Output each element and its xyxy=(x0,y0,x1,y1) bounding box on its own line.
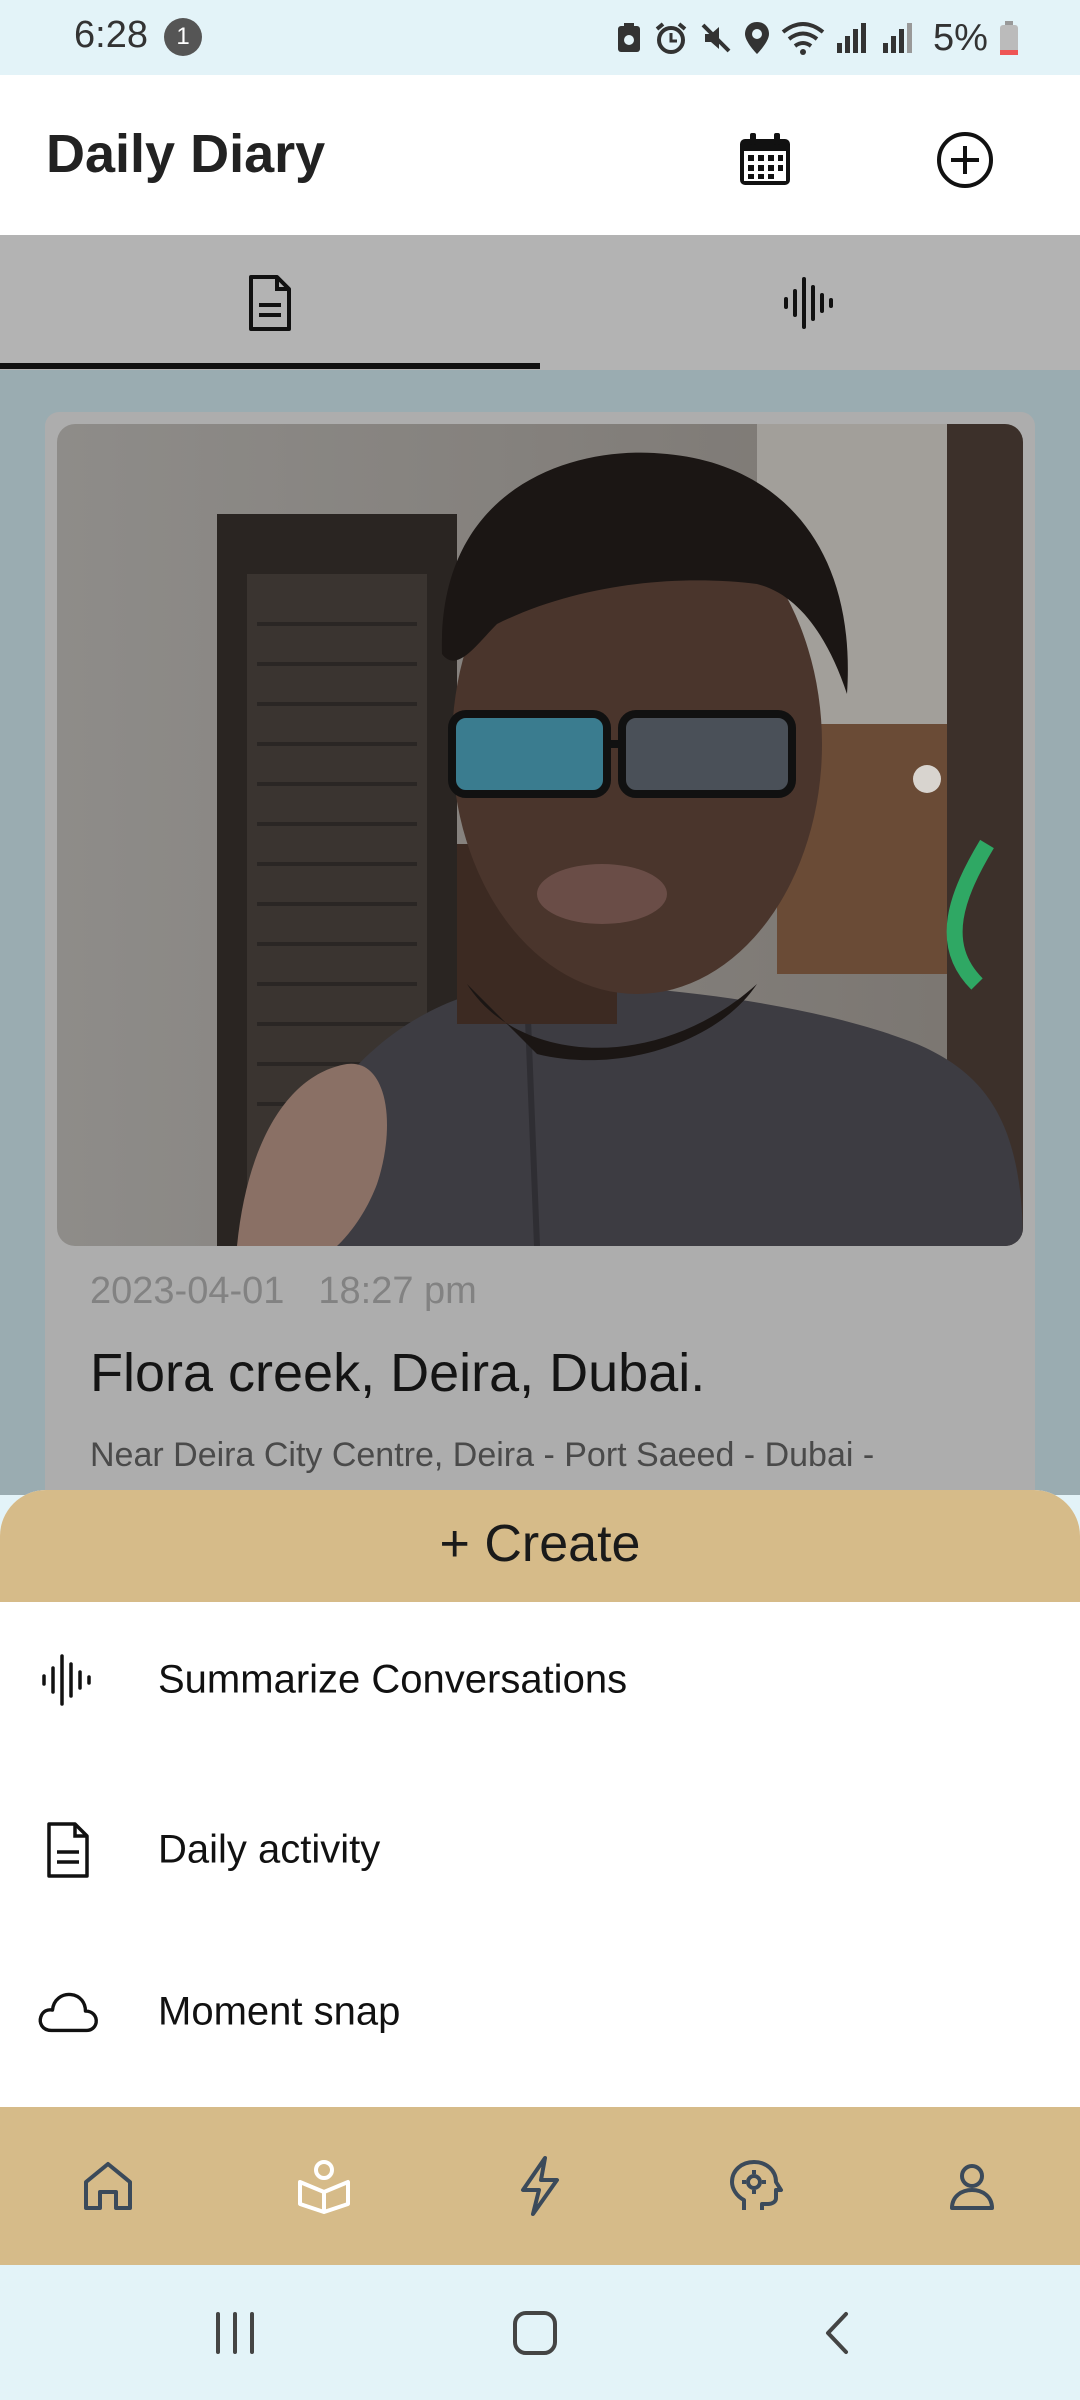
reader-icon xyxy=(298,2160,350,2214)
tab-diary-entries[interactable] xyxy=(0,235,540,370)
cloud-icon xyxy=(36,1980,100,2044)
create-sheet-header: + Create xyxy=(0,1490,1080,1602)
waveform-icon xyxy=(36,1648,100,1712)
create-bottom-sheet: + Create Summarize Conversations Daily a… xyxy=(0,1490,1080,2110)
location-icon xyxy=(745,22,769,54)
entry-title: Flora creek, Deira, Dubai. xyxy=(90,1343,706,1403)
create-option-daily-activity[interactable]: Daily activity xyxy=(0,1770,1080,1930)
nav-insights[interactable] xyxy=(648,2107,864,2265)
entry-time: 18:27 pm xyxy=(318,1270,477,1312)
back-button[interactable] xyxy=(738,2265,938,2400)
calendar-button[interactable] xyxy=(720,115,810,205)
status-time: 6:28 xyxy=(74,14,148,56)
create-option-label: Moment snap xyxy=(158,1989,401,2034)
waveform-icon xyxy=(784,276,833,329)
entry-address: Near Deira City Centre, Deira - Port Sae… xyxy=(90,1436,875,1474)
status-bar: 6:28 1 5% xyxy=(0,0,1080,75)
battery-icon xyxy=(999,21,1018,55)
add-circle-icon xyxy=(937,132,993,188)
status-icons: 5% xyxy=(615,16,1020,60)
back-chevron-icon xyxy=(826,2311,848,2354)
diary-entry-card[interactable]: 2023-04-01 18:27 pm Flora creek, Deira, D… xyxy=(45,412,1035,1512)
bottom-navigation xyxy=(0,2107,1080,2265)
home-icon xyxy=(84,2162,132,2210)
wifi-icon xyxy=(781,22,825,55)
nav-profile[interactable] xyxy=(864,2107,1080,2265)
home-square-icon xyxy=(513,2310,557,2355)
page-title: Daily Diary xyxy=(46,124,326,184)
recent-apps-icon xyxy=(216,2311,254,2354)
entry-datetime: 2023-04-01 18:27 pm xyxy=(90,1270,511,1313)
recent-apps-button[interactable] xyxy=(135,2265,335,2400)
tab-bar xyxy=(0,235,1080,370)
nav-diary[interactable] xyxy=(216,2107,432,2265)
save-icon xyxy=(618,23,640,52)
nav-activity[interactable] xyxy=(432,2107,648,2265)
brain-gear-icon xyxy=(730,2160,783,2210)
add-entry-button[interactable] xyxy=(920,115,1010,205)
signal-icon xyxy=(837,23,866,53)
create-option-summarize-conversations[interactable]: Summarize Conversations xyxy=(0,1600,1080,1760)
selected-tab-indicator xyxy=(0,363,540,369)
home-system-button[interactable] xyxy=(435,2265,635,2400)
calendar-icon xyxy=(740,133,790,185)
battery-percentage: 5% xyxy=(933,16,988,59)
entry-photo xyxy=(57,424,1023,1246)
document-icon xyxy=(249,274,291,331)
tab-voice-recordings[interactable] xyxy=(540,235,1080,370)
bolt-icon xyxy=(521,2156,559,2216)
create-option-label: Summarize Conversations xyxy=(158,1657,628,1702)
create-sheet-title: + Create xyxy=(439,1515,641,1573)
signal-2-icon xyxy=(883,23,912,53)
notification-count-badge: 1 xyxy=(164,18,202,56)
document-icon xyxy=(36,1818,100,1882)
nav-home[interactable] xyxy=(0,2107,216,2265)
create-option-label: Daily activity xyxy=(158,1827,381,1872)
alarm-icon xyxy=(655,22,687,54)
system-navigation-bar xyxy=(0,2265,1080,2400)
profile-icon xyxy=(950,2164,994,2210)
create-option-moment-snap[interactable]: Moment snap xyxy=(0,1932,1080,2092)
mute-icon xyxy=(701,23,731,53)
app-bar: Daily Diary xyxy=(0,75,1080,235)
entry-date: 2023-04-01 xyxy=(90,1270,285,1312)
